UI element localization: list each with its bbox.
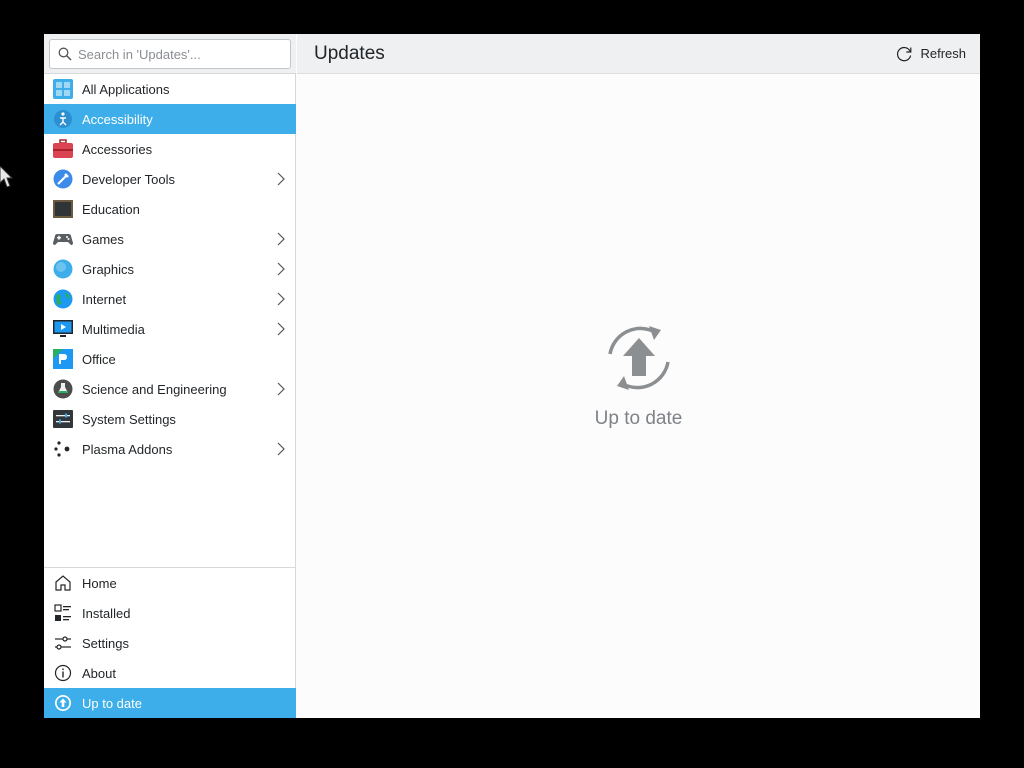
nav-home[interactable]: Home: [44, 568, 296, 598]
chevron-right-icon: [277, 232, 285, 246]
category-developer-tools[interactable]: Developer Tools: [44, 164, 296, 194]
refresh-icon: [897, 46, 912, 61]
nav-label: Up to date: [82, 695, 142, 711]
category-all-applications[interactable]: All Applications: [44, 74, 296, 104]
nav-label: About: [82, 665, 116, 681]
search-box[interactable]: [49, 39, 291, 69]
category-internet[interactable]: Internet: [44, 284, 296, 314]
category-label: Developer Tools: [82, 171, 175, 187]
category-label: System Settings: [82, 411, 176, 427]
office-icon: [53, 349, 73, 369]
games-icon: [53, 229, 73, 249]
category-plasma-addons[interactable]: Plasma Addons: [44, 434, 296, 464]
empty-state: Up to date: [297, 324, 980, 430]
category-system-settings[interactable]: System Settings: [44, 404, 296, 434]
category-label: Accessories: [82, 141, 153, 157]
developer-tools-icon: [53, 169, 73, 189]
internet-icon: [53, 289, 73, 309]
page-header: Updates Refresh: [297, 34, 980, 74]
home-icon: [53, 573, 73, 593]
category-label: Education: [82, 201, 140, 217]
category-label: Science and Engineering: [82, 381, 227, 397]
multimedia-icon: [53, 319, 73, 339]
accessories-icon: [53, 139, 73, 159]
category-label: Accessibility: [82, 111, 153, 127]
category-label: Games: [82, 231, 124, 247]
category-label: Internet: [82, 291, 127, 307]
installed-icon: [53, 603, 73, 623]
chevron-right-icon: [277, 322, 285, 336]
category-label: Office: [82, 351, 116, 367]
chevron-right-icon: [277, 262, 285, 276]
discover-window: All Applications Accessibility Accessori…: [44, 34, 980, 718]
search-bar: [44, 34, 296, 74]
accessibility-icon: [53, 109, 73, 129]
graphics-icon: [53, 259, 73, 279]
settings-icon: [53, 633, 73, 653]
category-games[interactable]: Games: [44, 224, 296, 254]
chevron-right-icon: [277, 382, 285, 396]
category-label: Plasma Addons: [82, 441, 173, 457]
about-icon: [53, 663, 73, 683]
plasma-addons-icon: [53, 439, 73, 459]
category-accessories[interactable]: Accessories: [44, 134, 296, 164]
education-icon: [53, 199, 73, 219]
science-icon: [53, 379, 73, 399]
search-icon: [58, 47, 72, 61]
category-graphics[interactable]: Graphics: [44, 254, 296, 284]
main-content: Updates Refresh Up to date: [297, 34, 980, 718]
nav-about[interactable]: About: [44, 658, 296, 688]
up-to-date-icon: [53, 693, 73, 713]
search-input[interactable]: [78, 46, 278, 62]
chevron-right-icon: [277, 442, 285, 456]
category-education[interactable]: Education: [44, 194, 296, 224]
sidebar: All Applications Accessibility Accessori…: [44, 34, 296, 718]
nav-label: Home: [82, 575, 117, 591]
system-settings-icon: [53, 409, 73, 429]
bottom-navigation: Home Installed Settings About Up to date: [44, 567, 296, 718]
category-science-and-engineering[interactable]: Science and Engineering: [44, 374, 296, 404]
chevron-right-icon: [277, 292, 285, 306]
category-label: Multimedia: [82, 321, 145, 337]
all-applications-icon: [53, 79, 73, 99]
chevron-right-icon: [277, 172, 285, 186]
refresh-button[interactable]: Refresh: [895, 45, 966, 63]
nav-label: Settings: [82, 635, 129, 651]
category-list: All Applications Accessibility Accessori…: [44, 74, 296, 464]
empty-state-text: Up to date: [594, 408, 683, 429]
refresh-label: Refresh: [920, 46, 966, 61]
update-status-icon: [607, 326, 670, 390]
nav-label: Installed: [82, 605, 131, 621]
nav-up-to-date[interactable]: Up to date: [44, 688, 296, 718]
mouse-pointer-icon: [0, 166, 14, 188]
category-accessibility[interactable]: Accessibility: [44, 104, 296, 134]
category-label: Graphics: [82, 261, 135, 277]
page-title: Updates: [314, 42, 385, 64]
nav-installed[interactable]: Installed: [44, 598, 296, 628]
category-office[interactable]: Office: [44, 344, 296, 374]
category-label: All Applications: [82, 81, 170, 97]
category-multimedia[interactable]: Multimedia: [44, 314, 296, 344]
nav-settings[interactable]: Settings: [44, 628, 296, 658]
